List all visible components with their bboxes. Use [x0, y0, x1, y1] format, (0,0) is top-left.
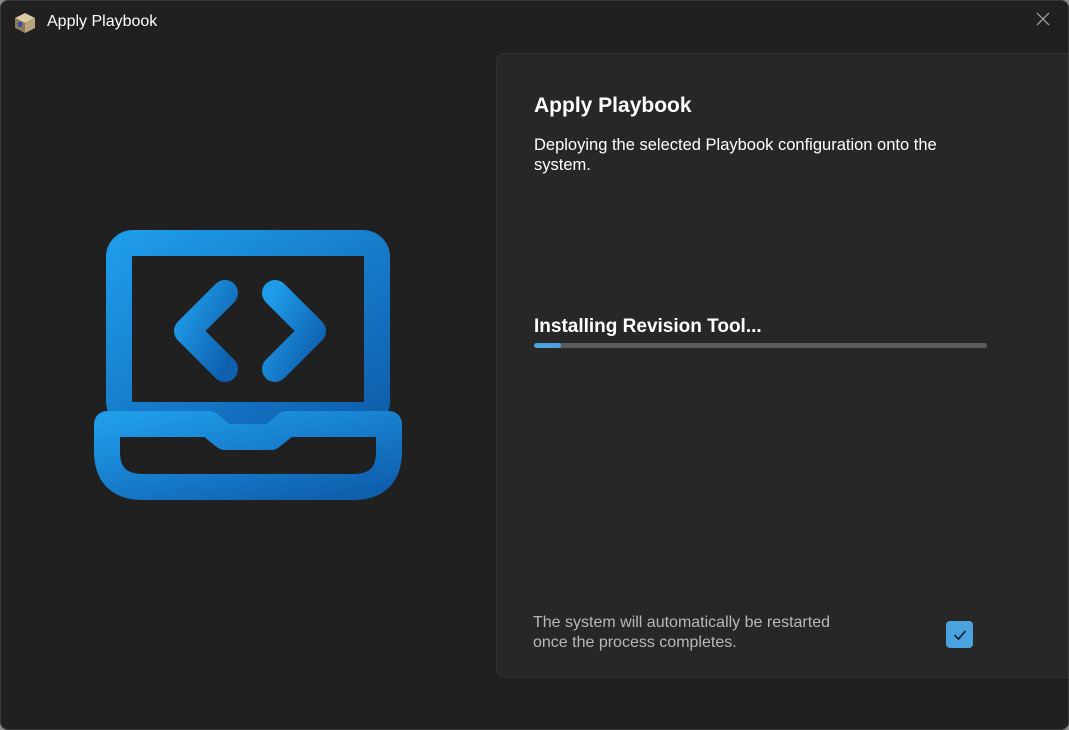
- checkmark-icon: [953, 630, 966, 640]
- title-bar: Apply Playbook: [1, 1, 1068, 43]
- progress-status-text: Installing Revision Tool...: [534, 316, 762, 337]
- apply-playbook-window: Apply Playbook Apply Playbook Deploying …: [0, 0, 1069, 730]
- laptop-code-icon: [94, 230, 402, 500]
- progress-bar-fill: [534, 343, 562, 348]
- restart-checkbox[interactable]: [946, 621, 973, 648]
- panel-description: Deploying the selected Playbook configur…: [534, 136, 937, 174]
- progress-bar: [534, 343, 987, 348]
- panel-title: Apply Playbook: [534, 94, 692, 117]
- close-icon: [1036, 12, 1050, 26]
- window-title: Apply Playbook: [47, 13, 158, 30]
- cube-app-icon: [15, 13, 35, 33]
- restart-note: The system will automatically be restart…: [533, 614, 830, 651]
- status-panel: Apply Playbook Deploying the selected Pl…: [496, 53, 1068, 678]
- close-button[interactable]: [1018, 1, 1068, 37]
